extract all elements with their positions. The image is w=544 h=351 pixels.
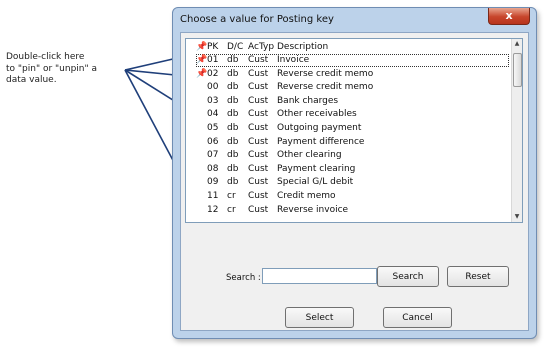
dialog-titlebar: Choose a value for Posting key x	[173, 8, 536, 32]
search-label: Search :	[226, 273, 261, 283]
row-actyp: Cust	[248, 55, 269, 65]
row-dc: db	[227, 95, 239, 106]
pin-icon[interactable]: 📌	[196, 68, 207, 81]
row-actyp: Cust	[248, 82, 269, 93]
reset-button[interactable]: Reset	[447, 266, 509, 287]
row-pk: 09	[207, 177, 219, 188]
row-dc: db	[227, 136, 239, 147]
row-pk: 00	[207, 82, 219, 93]
row-description: Reverse credit memo	[277, 82, 374, 93]
instruction-callout: Double-click here to "pin" or "unpin" a …	[6, 52, 118, 87]
row-pk: 01	[207, 55, 219, 65]
row-actyp: Cust	[248, 95, 269, 106]
dialog-client-area: 📌 PK D/C AcTyp Description 📌 01 db Cust Invo…	[180, 32, 529, 331]
pin-icon[interactable]: 📌	[196, 41, 207, 54]
list-item[interactable]: 00 db Cust Reverse credit memo	[196, 81, 509, 94]
row-pk: 12	[207, 204, 219, 215]
row-description: Other clearing	[277, 150, 342, 161]
row-pk: 08	[207, 163, 219, 174]
header-pk: PK	[207, 42, 219, 52]
row-pk: 11	[207, 191, 219, 201]
row-actyp: Cust	[248, 177, 269, 188]
row-actyp: Cust	[248, 68, 269, 79]
row-actyp: Cust	[248, 191, 269, 201]
callout-line-3: data value.	[6, 75, 57, 85]
scroll-up-arrow-icon[interactable]: ▲	[512, 39, 522, 49]
search-button[interactable]: Search	[377, 266, 439, 287]
row-actyp: Cust	[248, 136, 269, 147]
row-pk: 06	[207, 136, 219, 147]
select-button[interactable]: Select	[285, 307, 354, 328]
callout-line-2: to "pin" or "unpin" a	[6, 63, 98, 74]
list-item[interactable]: 07 db Cust Other clearing	[196, 149, 509, 162]
row-description: Special G/L debit	[277, 177, 354, 188]
header-actyp: AcTyp	[248, 42, 275, 52]
row-actyp: Cust	[248, 123, 269, 133]
row-description: Outgoing payment	[277, 123, 362, 133]
row-description: Bank charges	[277, 95, 339, 106]
row-description: Reverse invoice	[277, 204, 349, 215]
list-item[interactable]: 11 cr Cust Credit memo	[196, 190, 509, 203]
posting-key-list[interactable]: 📌 PK D/C AcTyp Description 📌 01 db Cust Invo…	[185, 38, 523, 223]
list-item[interactable]: 📌 01 db Cust Invoice	[196, 54, 509, 67]
posting-key-dialog: Choose a value for Posting key x 📌 PK D/…	[172, 7, 537, 339]
row-actyp: Cust	[248, 204, 269, 215]
row-actyp: Cust	[248, 163, 269, 174]
list-item[interactable]: 12 cr Cust Reverse invoice	[196, 204, 509, 217]
row-dc: db	[227, 82, 239, 93]
row-pk: 05	[207, 123, 219, 133]
row-dc: db	[227, 109, 239, 120]
row-description: Payment clearing	[277, 163, 356, 174]
list-item[interactable]: 06 db Cust Payment difference	[196, 136, 509, 149]
list-header: 📌 PK D/C AcTyp Description	[196, 41, 509, 54]
row-description: Reverse credit memo	[277, 68, 374, 79]
list-item[interactable]: 08 db Cust Payment clearing	[196, 163, 509, 176]
row-description: Other receivables	[277, 109, 357, 120]
row-dc: cr	[227, 204, 236, 215]
list-item[interactable]: 03 db Cust Bank charges	[196, 95, 509, 108]
row-dc: db	[227, 55, 239, 65]
list-item[interactable]: 09 db Cust Special G/L debit	[196, 176, 509, 189]
row-dc: db	[227, 150, 239, 161]
row-dc: db	[227, 68, 239, 79]
row-dc: db	[227, 163, 239, 174]
list-content: 📌 PK D/C AcTyp Description 📌 01 db Cust Invo…	[186, 39, 512, 222]
row-description: Invoice	[277, 55, 310, 65]
row-pk: 02	[207, 68, 219, 79]
pin-icon[interactable]: 📌	[196, 54, 207, 67]
search-input[interactable]	[262, 268, 377, 284]
row-pk: 03	[207, 95, 219, 106]
close-button[interactable]: x	[488, 8, 530, 25]
header-description: Description	[277, 42, 329, 52]
scrollbar-thumb[interactable]	[513, 53, 522, 87]
list-item[interactable]: 04 db Cust Other receivables	[196, 108, 509, 121]
row-dc: db	[227, 177, 239, 188]
callout-line-1: Double-click here	[6, 52, 85, 62]
header-dc: D/C	[227, 42, 244, 52]
cancel-button[interactable]: Cancel	[383, 307, 452, 328]
dialog-title: Choose a value for Posting key	[180, 14, 334, 25]
list-item[interactable]: 📌 02 db Cust Reverse credit memo	[196, 68, 509, 81]
row-description: Payment difference	[277, 136, 365, 147]
row-dc: cr	[227, 191, 236, 201]
row-pk: 07	[207, 150, 219, 161]
row-actyp: Cust	[248, 150, 269, 161]
list-scrollbar[interactable]: ▲ ▼	[511, 39, 522, 222]
row-description: Credit memo	[277, 191, 336, 201]
list-item[interactable]: 05 db Cust Outgoing payment	[196, 122, 509, 135]
row-dc: db	[227, 123, 239, 133]
row-actyp: Cust	[248, 109, 269, 120]
close-icon: x	[505, 9, 513, 22]
scroll-down-arrow-icon[interactable]: ▼	[512, 212, 522, 222]
row-pk: 04	[207, 109, 219, 120]
